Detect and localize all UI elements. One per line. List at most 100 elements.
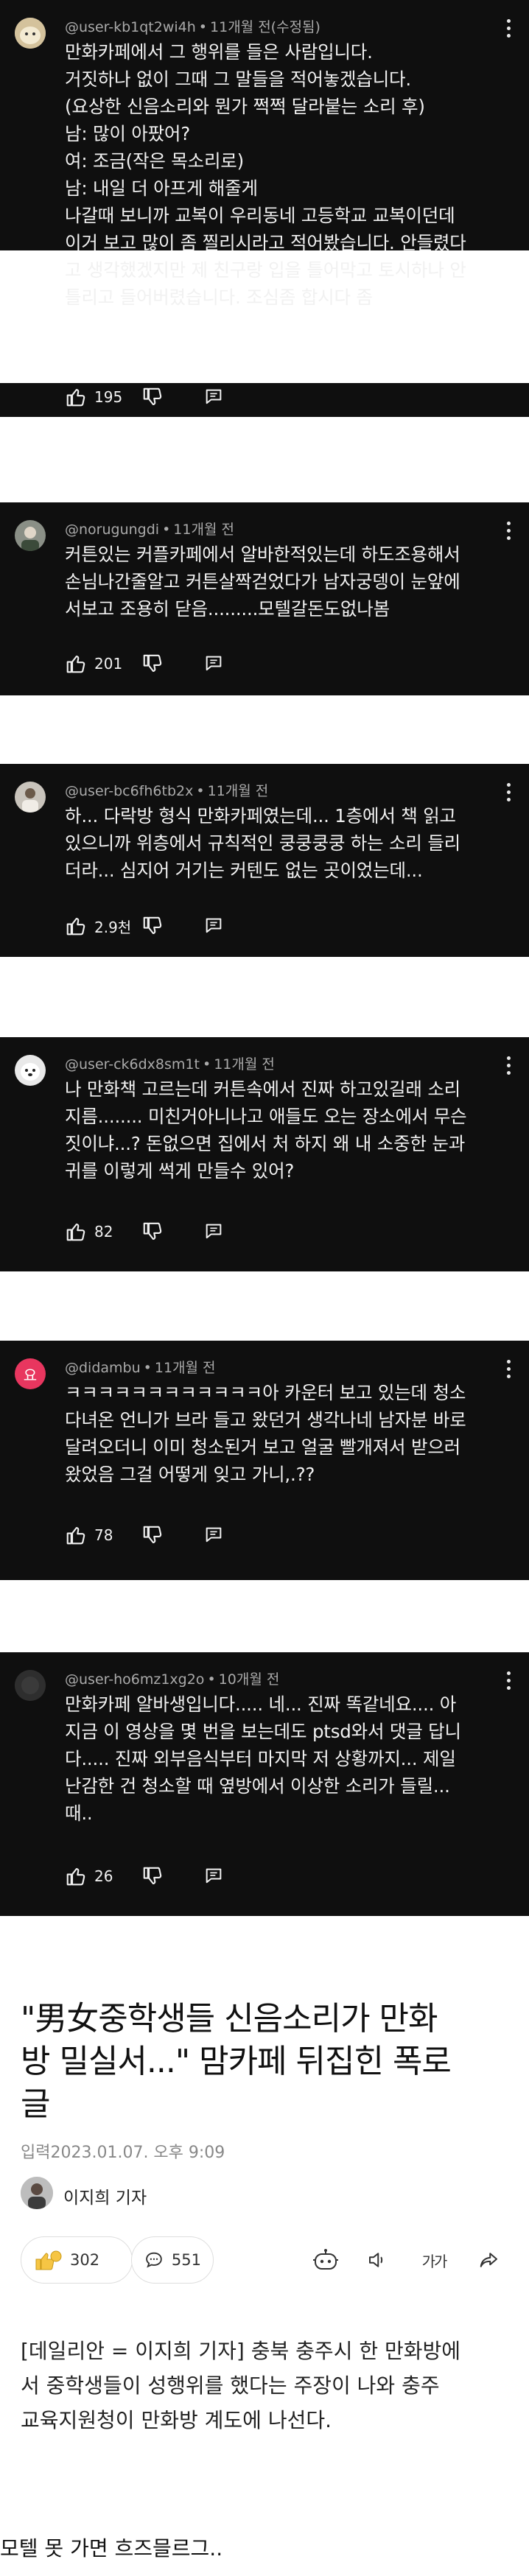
reporter-photo[interactable] [21, 2177, 53, 2209]
reply-icon [206, 918, 222, 933]
listen-button[interactable] [364, 2247, 390, 2273]
text-size-button[interactable]: 가가 [416, 2247, 452, 2273]
like-button[interactable] [65, 915, 87, 937]
comment-line: 왔었음 그걸 어떻게 잊고 가니,.?? [65, 1464, 315, 1485]
comment-line: 서보고 조용히 닫음.........모텔갈돈도없나봄 [65, 598, 390, 620]
dislike-button[interactable] [141, 653, 164, 675]
avatar[interactable] [15, 1055, 46, 1086]
comment-text: 나 만화책 고르는데 커튼속에서 진짜 하고있길래 소리 지름........ … [65, 1075, 510, 1185]
comment-text: 커튼있는 커플카페에서 알바한적있는데 하도조용해서 손님나간줄알고 커튼살짝걷… [65, 541, 510, 622]
avatar[interactable] [15, 520, 46, 551]
comment-handle[interactable]: @user-bc6fh6tb2x [65, 783, 193, 799]
reply-button[interactable] [203, 387, 224, 407]
reply-button[interactable] [203, 1221, 224, 1242]
like-button[interactable] [65, 653, 87, 675]
comment-line: 지름........ 미친거아니나고 애들도 오는 장소에서 무슨 [65, 1106, 467, 1127]
like-button[interactable] [65, 1865, 87, 1887]
article-dateline: 입력2023.01.07. 오후 9:09 [21, 2144, 225, 2162]
thumbs-down-icon [143, 654, 162, 673]
comment-card: @user-kb1qt2wi4h • 11개월 전(수정됨) 만화카페에서 그 행위… [0, 0, 529, 308]
comment-line: 난감한 건 청소할 때 옆방에서 이상한 소리가 들릴... [65, 1775, 450, 1797]
comment-handle[interactable]: @didambu [65, 1360, 141, 1376]
like-button[interactable] [65, 1221, 87, 1243]
thumbs-down-icon [143, 1867, 162, 1885]
thumbs-up-icon [66, 1867, 85, 1886]
comment-time: 11개월 전(수정됨) [210, 19, 320, 35]
thumbs-down-icon [143, 916, 162, 935]
comment-text: 하... 다락방 형식 만화카페였는데... 1층에서 책 읽고 있으니까 위층… [65, 802, 510, 884]
like-count: 201 [94, 655, 123, 673]
comment-line: 있으니까 위층에서 규칙적인 쿵쿵쿵쿵 하는 소리 들리 [65, 832, 461, 854]
avatar[interactable] [15, 18, 46, 49]
avatar-icon [15, 1055, 46, 1086]
avatar[interactable] [15, 782, 46, 813]
comment-time: 11개월 전 [154, 1360, 216, 1376]
comment-card: 요 @didambu • 11개월 전 ㅋㅋㅋㅋㅋㅋㅋㅋㅋㅋㅋㅋ아 카운터 보고 있… [0, 1341, 529, 1580]
dislike-button[interactable] [141, 386, 164, 408]
text-size-label: 가가 [421, 2252, 448, 2270]
summary-bot-button[interactable] [311, 2247, 340, 2273]
article-headline: "男女중학생들 신음소리가 만화 방 밀실서..." 맘카페 뒤집힌 폭로 글 [21, 1998, 522, 2126]
avatar[interactable]: 요 [15, 1358, 46, 1389]
like-button[interactable] [65, 386, 87, 408]
comment-handle[interactable]: @norugungdi [65, 522, 159, 538]
comment-line: 거짓하나 없이 그때 그 말들을 적어놓겠습니다. [65, 69, 411, 90]
comment-line: 손님나간줄알고 커튼살짝걷었다가 남자궁뎅이 눈앞에 [65, 571, 460, 592]
headline-line: 글 [21, 2085, 50, 2123]
dislike-button[interactable] [141, 1524, 164, 1546]
lede-line: 서 중학생들이 성행위를 했다는 주장이 나와 충주 [21, 2373, 440, 2398]
reply-icon [206, 1224, 222, 1239]
comment-card: @user-ck6dx8sm1t • 11개월 전 나 만화책 고르는데 커튼속에서… [0, 1037, 529, 1271]
comment-line: 남: 내일 더 아프게 해줄게 [65, 178, 258, 199]
comment-handle[interactable]: @user-kb1qt2wi4h [65, 19, 196, 35]
reply-button[interactable] [203, 1525, 224, 1545]
share-button[interactable] [474, 2247, 504, 2273]
comment-meta: @norugungdi • 11개월 전 [65, 522, 234, 538]
reply-button[interactable] [203, 1866, 224, 1887]
comment-handle[interactable]: @user-ck6dx8sm1t [65, 1056, 200, 1073]
avatar-icon [15, 18, 46, 49]
reply-button[interactable] [203, 916, 224, 936]
comment-line: 지금 이 영상을 몇 번을 보는데도 ptsd와서 댓글 답니 [65, 1721, 461, 1742]
comment-card: @norugungdi • 11개월 전 커튼있는 커플카페에서 알바한적있는데 하… [0, 502, 529, 695]
dislike-button[interactable] [141, 1865, 164, 1887]
comment-card: @user-bc6fh6tb2x • 11개월 전 하... 다락방 형식 만화카페… [0, 764, 529, 957]
comment-handle[interactable]: @user-ho6mz1xg2o [65, 1671, 204, 1688]
comment-line: 귀를 이렇게 썩게 만들수 있어? [65, 1160, 295, 1182]
thumbs-up-icon [66, 655, 85, 673]
like-button[interactable] [65, 1524, 87, 1546]
comment-line: 만화카페 알바생입니다..... 네... 진짜 똑같네요.... 아 [65, 1694, 457, 1715]
comment-time: 11개월 전 [214, 1056, 275, 1073]
reply-button[interactable] [203, 653, 224, 674]
lede-line: [데일리안 = 이지희 기자] 충북 충주시 한 만화방에 [21, 2339, 461, 2363]
comment-line: ㅋㅋㅋㅋㅋㅋㅋㅋㅋㅋㅋㅋ아 카운터 보고 있는데 청소 [65, 1382, 466, 1403]
robot-icon [313, 2249, 338, 2270]
comment-count-button[interactable]: 551 [131, 2236, 214, 2284]
comment-card: @user-ho6mz1xg2o • 10개월 전 만화카페 알바생입니다.....… [0, 1652, 529, 1916]
thumbs-down-icon [143, 387, 162, 406]
dislike-button[interactable] [141, 1221, 164, 1243]
avatar-icon [15, 520, 46, 551]
comment-actions: 82 [65, 1219, 224, 1244]
comment-actions-bar: 195 [0, 383, 529, 417]
reaction-emoji-icon [35, 2250, 62, 2270]
comment-line: 달려오더니 이미 청소된거 보고 얼굴 빨개져서 받으러 [65, 1436, 461, 1458]
comment-line: 커튼있는 커플카페에서 알바한적있는데 하도조용해서 [65, 544, 460, 565]
reporter-name[interactable]: 이지희 기자 [63, 2183, 147, 2208]
comment-text: ㅋㅋㅋㅋㅋㅋㅋㅋㅋㅋㅋㅋ아 카운터 보고 있는데 청소 다녀온 언니가 브라 들… [65, 1379, 510, 1488]
comment-line: (요상한 신음소리와 뭔가 쩍쩍 달라붙는 소리 후) [65, 96, 425, 117]
comment-meta: @didambu • 11개월 전 [65, 1360, 216, 1376]
comment-line: 때.. [65, 1803, 93, 1824]
comment-actions: 2.9천 [65, 913, 224, 938]
headline-line: "男女중학생들 신음소리가 만화 [21, 2000, 438, 2038]
reply-icon [206, 656, 222, 671]
comment-text: 만화카페에서 그 행위를 들은 사람입니다. 거짓하나 없이 그때 그 말들을 … [65, 38, 510, 311]
dislike-button[interactable] [141, 915, 164, 937]
thumbs-up-icon [66, 388, 85, 407]
thumbs-up-icon [66, 1223, 85, 1241]
comment-text: 만화카페 알바생입니다..... 네... 진짜 똑같네요.... 아 지금 이… [65, 1691, 510, 1827]
comment-actions: 26 [65, 1864, 224, 1889]
reply-icon [206, 389, 222, 404]
reaction-button[interactable]: 302 [21, 2236, 133, 2284]
avatar[interactable] [15, 1670, 46, 1701]
